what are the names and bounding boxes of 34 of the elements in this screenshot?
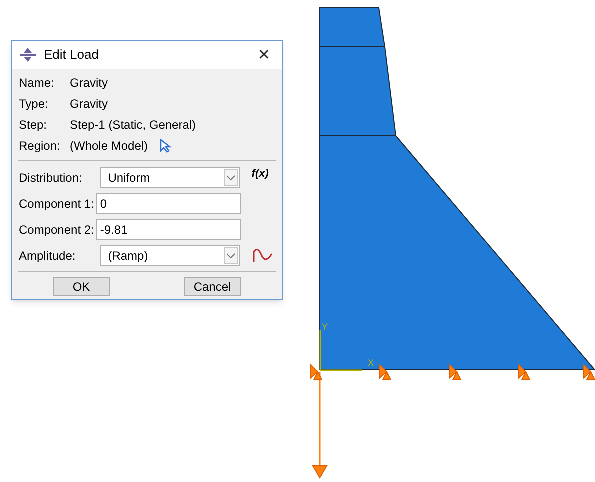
axis-label: Y [322,322,328,332]
field-value: (Whole Model) [70,138,148,154]
field-value: Gravity [70,96,108,112]
field-value: Gravity [70,74,108,92]
dropdown[interactable]: (Ramp) [100,245,240,266]
field-value: Step-1 (Static, General) [70,116,196,134]
window-title: Edit Load [44,46,100,64]
support-icon [380,364,392,380]
ok-button[interactable]: OK [53,277,110,296]
input-field[interactable]: -9.81 [96,219,241,240]
axis-triad-drawing [320,330,362,372]
wave-icon[interactable] [253,248,274,262]
caret-icon [224,247,238,264]
close-button[interactable]: × [254,45,274,65]
app-icon [20,48,36,62]
field-label: Region: [19,138,62,154]
axis-label: X [368,358,374,368]
dropdown[interactable]: Uniform [100,167,240,188]
field-label: Step: [19,116,48,134]
support-icon [518,364,531,380]
field-label: Component 2: [19,222,94,238]
field-label: Amplitude: [19,248,77,264]
field-label: Distribution: [19,170,84,186]
field-label: Component 1: [19,196,94,212]
support-icon [450,364,462,380]
support-icon [584,364,595,380]
function-button[interactable]: f(x) [252,166,275,183]
input-field[interactable]: 0 [96,193,241,214]
pointer-icon[interactable] [160,138,172,152]
support-icon [310,364,323,380]
field-label: Type: [19,96,50,112]
caret-icon [224,169,238,186]
cancel-button[interactable]: Cancel [184,277,241,296]
field-label: Name: [19,74,56,92]
